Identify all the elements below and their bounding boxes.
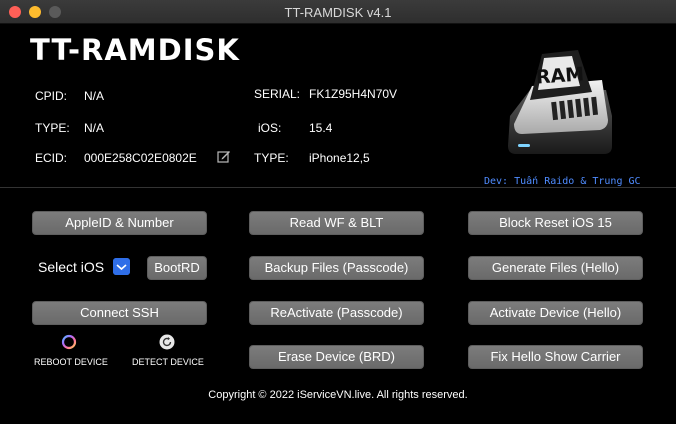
window-title: TT-RAMDISK v4.1 [284, 5, 392, 20]
ecid-label: ECID: [35, 151, 68, 165]
connect-ssh-button[interactable]: Connect SSH [32, 301, 207, 325]
copyright-footer: Copyright © 2022 iServiceVN.live. All ri… [208, 389, 468, 401]
generate-files-button[interactable]: Generate Files (Hello) [468, 256, 643, 280]
activate-device-button[interactable]: Activate Device (Hello) [468, 301, 643, 325]
fix-hello-carrier-button[interactable]: Fix Hello Show Carrier [468, 345, 643, 369]
app-title: TT-RAMDISK [30, 33, 240, 67]
erase-device-button[interactable]: Erase Device (BRD) [249, 345, 424, 369]
bootrd-button[interactable]: BootRD [147, 256, 207, 280]
type-label: TYPE: [35, 121, 70, 135]
type-value: N/A [84, 121, 105, 135]
chevron-down-icon[interactable] [113, 258, 130, 275]
model-type-label: TYPE: [254, 151, 289, 165]
cpid-label: CPID: [35, 89, 68, 103]
ios-label: iOS: [258, 121, 282, 135]
backup-files-button[interactable]: Backup Files (Passcode) [249, 256, 424, 280]
ram-drive-icon: RAM [508, 50, 612, 154]
title-bar: TT-RAMDISK v4.1 [0, 0, 676, 24]
cpid-value: N/A [84, 89, 105, 103]
detect-icon[interactable] [159, 334, 175, 350]
reboot-icon[interactable] [61, 334, 77, 350]
ecid-value: 000E258C02E0802E [84, 151, 197, 165]
developer-credit: Dev: Tuấn Raido & Trung GC [484, 176, 641, 187]
block-reset-button[interactable]: Block Reset iOS 15 [468, 211, 643, 235]
ram-drive-label: RAM [535, 63, 585, 88]
section-divider [0, 187, 676, 188]
edit-icon[interactable] [217, 149, 231, 163]
reboot-device-label[interactable]: REBOOT DEVICE [34, 357, 108, 367]
ios-value: 15.4 [309, 121, 333, 135]
detect-device-label[interactable]: DETECT DEVICE [132, 357, 204, 367]
read-wf-blt-button[interactable]: Read WF & BLT [249, 211, 424, 235]
model-type-value: iPhone12,5 [309, 151, 370, 165]
serial-label: SERIAL: [254, 87, 301, 101]
serial-value: FK1Z95H4N70V [309, 87, 398, 101]
ios-select-value[interactable]: Select iOS [38, 259, 104, 275]
reactivate-button[interactable]: ReActivate (Passcode) [249, 301, 424, 325]
appleid-number-button[interactable]: AppleID & Number [32, 211, 207, 235]
